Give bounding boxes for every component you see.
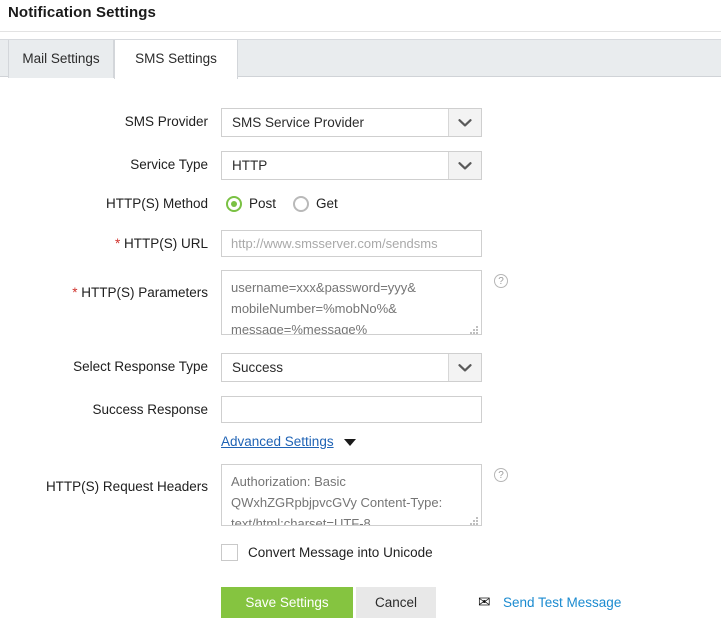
chevron-down-icon[interactable]	[448, 152, 481, 179]
tab-mail-settings-label: Mail Settings	[22, 51, 99, 66]
title-divider	[0, 31, 721, 32]
convert-unicode-label: Convert Message into Unicode	[248, 544, 433, 561]
label-http-parameters: * HTTP(S) Parameters	[0, 285, 208, 300]
help-icon-http-parameters[interactable]: ?	[494, 274, 508, 288]
label-http-url-text: HTTP(S) URL	[124, 236, 208, 251]
tab-sms-settings[interactable]: SMS Settings	[114, 40, 238, 79]
service-type-value: HTTP	[232, 152, 267, 179]
success-response-input[interactable]	[221, 396, 482, 423]
sms-provider-value: SMS Service Provider	[232, 109, 364, 136]
envelope-icon: ✉	[478, 595, 491, 611]
radio-http-method-get-label: Get	[316, 195, 338, 213]
tab-sms-settings-label: SMS Settings	[135, 51, 217, 66]
required-asterisk: *	[72, 285, 77, 300]
radio-http-method-post-label: Post	[249, 195, 276, 213]
response-type-value: Success	[232, 354, 283, 381]
service-type-select[interactable]: HTTP	[221, 151, 482, 180]
label-request-headers: HTTP(S) Request Headers	[0, 479, 208, 494]
tab-mail-settings[interactable]: Mail Settings	[8, 40, 114, 78]
label-response-type: Select Response Type	[0, 359, 208, 374]
cancel-button[interactable]: Cancel	[356, 587, 436, 618]
label-sms-provider: SMS Provider	[0, 114, 208, 129]
caret-down-icon[interactable]	[344, 439, 356, 446]
http-url-input[interactable]	[221, 230, 482, 257]
request-headers-textarea[interactable]	[221, 464, 482, 526]
resize-grip-icon[interactable]	[470, 517, 479, 526]
save-settings-button[interactable]: Save Settings	[221, 587, 353, 618]
tab-strip: Mail Settings SMS Settings	[0, 39, 721, 77]
resize-grip-icon[interactable]	[470, 326, 479, 335]
label-http-parameters-text: HTTP(S) Parameters	[81, 285, 208, 300]
label-service-type: Service Type	[0, 157, 208, 172]
radio-selected-icon	[226, 196, 242, 212]
sms-provider-select[interactable]: SMS Service Provider	[221, 108, 482, 137]
radio-unselected-icon	[293, 196, 309, 212]
convert-unicode-checkbox[interactable]	[221, 544, 238, 561]
label-success-response: Success Response	[0, 402, 208, 417]
required-asterisk: *	[115, 236, 120, 251]
help-icon-request-headers[interactable]: ?	[494, 468, 508, 482]
page-title: Notification Settings	[8, 4, 156, 21]
send-test-message-label: Send Test Message	[503, 593, 621, 612]
advanced-settings-link[interactable]: Advanced Settings	[221, 434, 334, 449]
chevron-down-icon[interactable]	[448, 354, 481, 381]
http-parameters-textarea[interactable]	[221, 270, 482, 335]
label-http-url: * HTTP(S) URL	[0, 236, 208, 251]
response-type-select[interactable]: Success	[221, 353, 482, 382]
chevron-down-icon[interactable]	[448, 109, 481, 136]
label-http-method: HTTP(S) Method	[0, 196, 208, 211]
